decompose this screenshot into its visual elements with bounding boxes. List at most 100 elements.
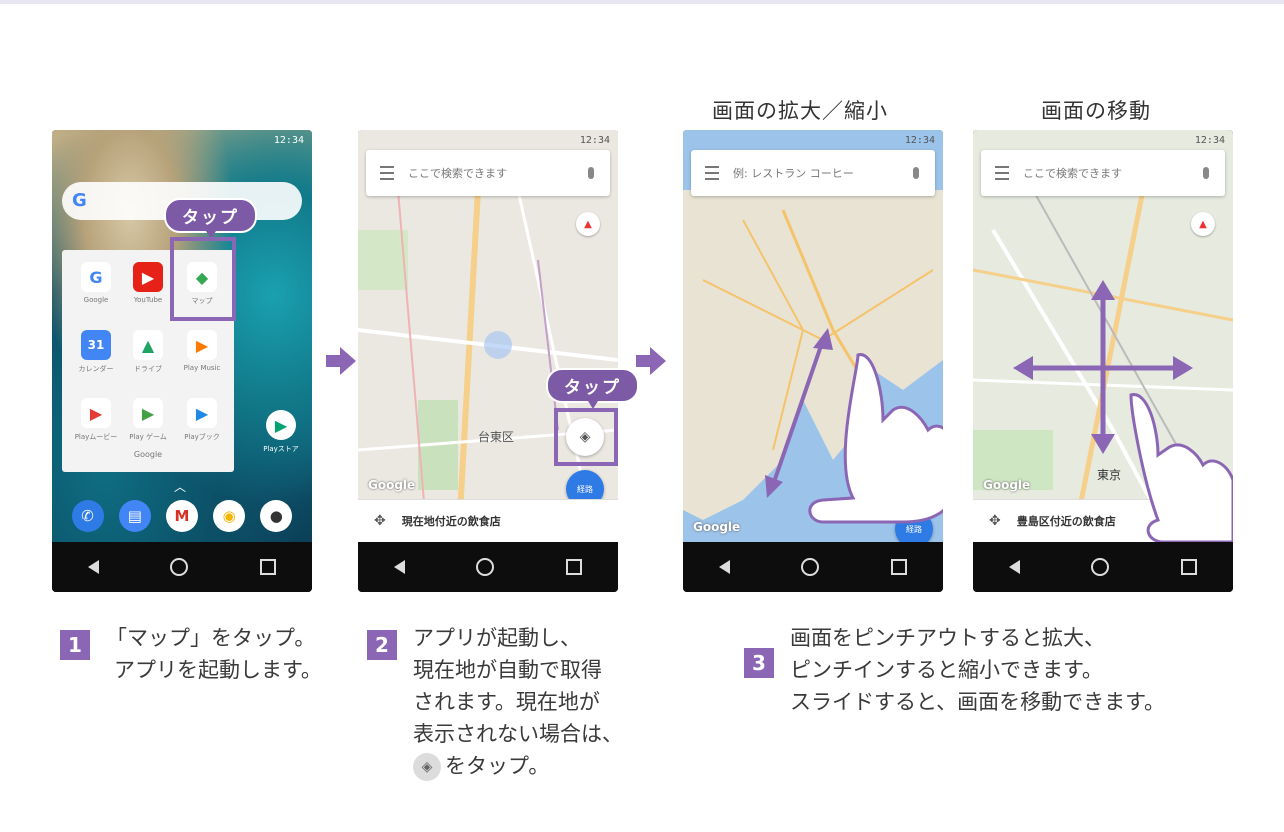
play-movies-icon: ▶ xyxy=(81,398,111,428)
compass-icon[interactable]: ▲ xyxy=(576,212,600,236)
home-icon[interactable] xyxy=(476,558,495,576)
home-screen: 12:34 G G Google ▶ YouTube ◆ マップ 31 カレンダ… xyxy=(52,130,312,542)
play-games-icon: ▶ xyxy=(133,398,163,428)
nav-bar xyxy=(358,542,618,592)
home-icon[interactable] xyxy=(801,558,820,576)
play-store-icon: ▶ xyxy=(266,410,296,440)
app-label: Google xyxy=(83,296,109,304)
google-g-icon: G xyxy=(72,190,87,211)
app-label: Play Music xyxy=(183,364,221,372)
phone-map-current-location: ここで検索できます 12:34 ▲ 台東区 ◈ 経路 Google ✥ 現在地付… xyxy=(358,130,618,592)
tap-callout-location: タップ xyxy=(546,368,639,409)
step-line: 表示されない場合は、 xyxy=(413,722,623,746)
recents-icon[interactable] xyxy=(260,559,277,575)
gmail-app-icon[interactable]: M xyxy=(165,500,198,532)
app-play-movies[interactable]: ▶ Playムービー xyxy=(74,398,118,442)
menu-icon[interactable] xyxy=(380,166,394,180)
nav-bar xyxy=(683,542,943,592)
map-view[interactable]: ここで検索できます 12:34 ▲ 台東区 ◈ 経路 Google ✥ 現在地付… xyxy=(358,130,618,542)
pinch-arrow-icon xyxy=(771,339,825,486)
next-arrow-icon xyxy=(326,347,356,375)
step-number-3: 3 xyxy=(744,648,774,678)
back-icon[interactable] xyxy=(87,560,99,574)
hand-icon xyxy=(808,353,943,524)
step-2-text: アプリが起動し、 現在地が自動で取得 されます。現在地が 表示されない場合は、 … xyxy=(413,622,623,782)
arrow-head-icon xyxy=(1091,434,1115,454)
app-play-store[interactable]: ▶ Playストア xyxy=(256,410,306,454)
app-calendar[interactable]: 31 カレンダー xyxy=(74,330,118,374)
step-line: アプリを起動します。 xyxy=(114,658,322,682)
play-books-icon: ▶ xyxy=(187,398,217,428)
app-play-games[interactable]: ▶ Play ゲーム xyxy=(126,398,170,442)
location-button-highlight xyxy=(554,408,618,466)
top-divider xyxy=(0,0,1284,4)
step-line: 「マップ」をタップ。 xyxy=(106,626,316,650)
step-line: スライドすると、画面を移動できます。 xyxy=(790,690,1166,714)
play-music-icon: ▶ xyxy=(187,330,217,360)
navigation-icon: ✥ xyxy=(374,513,386,529)
map-search-bar[interactable]: ここで検索できます xyxy=(366,150,610,196)
camera-app-icon[interactable]: ● xyxy=(260,500,293,532)
recents-icon[interactable] xyxy=(891,559,908,575)
nav-bar xyxy=(973,542,1233,592)
step-line: ピンチインすると縮小できます。 xyxy=(790,658,1103,682)
step-line: されます。現在地が xyxy=(413,690,600,714)
app-drive[interactable]: ▲ ドライブ xyxy=(126,330,170,374)
my-location-icon: ◈ xyxy=(413,753,441,781)
chrome-app-icon[interactable]: ◉ xyxy=(213,500,246,532)
step-1-text: 「マップ」をタップ。 アプリを起動します。 xyxy=(106,622,322,686)
app-label: YouTube xyxy=(133,296,163,304)
app-label: Playムービー xyxy=(74,433,118,441)
app-label: カレンダー xyxy=(78,365,114,373)
app-label: ドライブ xyxy=(134,365,162,373)
map-screen: ここで検索できます 12:34 ▲ 台東区 ◈ 経路 Google ✥ 現在地付… xyxy=(358,130,618,542)
messages-app-icon[interactable]: ▤ xyxy=(118,500,151,532)
app-drawer-chevron-icon[interactable]: ︿ xyxy=(174,478,186,495)
dock: ✆ ▤ M ◉ ● xyxy=(52,500,312,532)
search-placeholder: ここで検索できます xyxy=(408,167,507,180)
hand-icon xyxy=(1129,393,1233,542)
map-screen: 例: レストラン コーヒー 12:34 Google 経路 xyxy=(683,130,943,542)
mic-icon[interactable] xyxy=(588,167,594,179)
step-line: 画面をピンチアウトすると拡大、 xyxy=(790,626,1105,650)
next-arrow-icon xyxy=(636,347,666,375)
step-line: アプリが起動し、 xyxy=(413,626,581,650)
home-icon[interactable] xyxy=(170,558,189,576)
arrow-head-icon xyxy=(1091,280,1115,300)
step-line: 現在地が自動で取得 xyxy=(413,658,602,682)
status-time: 12:34 xyxy=(579,135,610,146)
app-play-music[interactable]: ▶ Play Music xyxy=(180,330,224,372)
app-play-books[interactable]: ▶ Playブック xyxy=(180,398,224,442)
google-logo: Google xyxy=(368,478,416,492)
back-icon[interactable] xyxy=(718,560,730,574)
phone-map-pinch: 例: レストラン コーヒー 12:34 Google 経路 xyxy=(683,130,943,592)
app-label: Play ゲーム xyxy=(129,433,167,441)
explore-nearby-text: 現在地付近の飲食店 xyxy=(401,515,501,528)
tap-callout-maps: タップ xyxy=(164,198,257,239)
status-time: 12:34 xyxy=(273,135,304,146)
app-label: Playブック xyxy=(184,433,220,441)
map-district-label: 台東区 xyxy=(478,430,515,444)
step-3-text: 画面をピンチアウトすると拡大、 ピンチインすると縮小できます。 スライドすると、… xyxy=(790,622,1165,718)
arrow-head-icon xyxy=(1013,356,1033,380)
back-icon[interactable] xyxy=(393,560,405,574)
caption-zoom: 画面の拡大／縮小 xyxy=(712,99,888,123)
app-youtube[interactable]: ▶ YouTube xyxy=(126,262,170,304)
phone-app-icon[interactable]: ✆ xyxy=(71,500,104,532)
home-icon[interactable] xyxy=(1091,558,1110,576)
app-google[interactable]: G Google xyxy=(74,262,118,304)
explore-nearby-card[interactable]: ✥ 現在地付近の飲食店 xyxy=(358,499,618,542)
calendar-icon: 31 xyxy=(81,330,111,360)
drive-icon: ▲ xyxy=(133,330,163,360)
slide-gesture-overlay xyxy=(1013,280,1233,542)
back-icon[interactable] xyxy=(1008,560,1020,574)
folder-name: Google xyxy=(133,450,163,459)
step-number-1: 1 xyxy=(60,630,90,660)
phone-map-slide: ここで検索できます 12:34 ▲ 東京 Google ✥ 豊島区付近の飲食店 xyxy=(973,130,1233,592)
google-app-icon: G xyxy=(81,262,111,292)
recents-icon[interactable] xyxy=(566,559,583,575)
map-screen: ここで検索できます 12:34 ▲ 東京 Google ✥ 豊島区付近の飲食店 xyxy=(973,130,1233,542)
recents-icon[interactable] xyxy=(1181,559,1198,575)
nav-bar xyxy=(52,542,312,592)
arrow-head-icon xyxy=(1173,356,1193,380)
